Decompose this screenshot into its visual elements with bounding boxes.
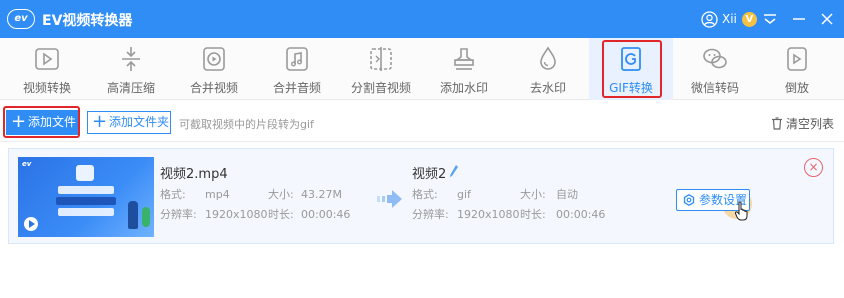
size-value: 43.27M — [301, 188, 342, 201]
feature-toolbar: 视频转换 高清压缩 合并视频 合并音频 分割音视频 添加水印 去水印 GIF转换… — [0, 38, 844, 100]
add-file-highlight-box — [3, 106, 80, 138]
output-file-name[interactable]: 视频2 — [412, 163, 446, 182]
thumbnail-app-icon — [76, 165, 94, 181]
tool-label: 添加水印 — [439, 81, 488, 95]
compress-icon — [122, 47, 140, 71]
output-resolution: 分辨率: 1920x1080 — [412, 206, 520, 222]
settings-icon — [683, 194, 695, 206]
video-convert-icon — [35, 48, 59, 70]
tool-merge-audio[interactable]: 合并音频 — [255, 38, 339, 100]
user-icon — [701, 10, 718, 28]
menu-icon — [764, 14, 776, 24]
source-size: 大小: 43.27M — [268, 186, 342, 202]
plus-icon: + — [92, 111, 108, 132]
duration-label: 时长: — [268, 208, 294, 221]
droplet-icon — [540, 46, 556, 70]
divider — [0, 141, 844, 142]
add-folder-label: 添加文件夹 — [109, 115, 170, 129]
resolution-label: 分辨率: — [412, 208, 449, 221]
output-size: 大小: 自动 — [520, 186, 578, 202]
tool-merge-video[interactable]: 合并视频 — [172, 38, 256, 100]
stamp-icon — [454, 48, 474, 70]
menu-button[interactable] — [759, 8, 781, 30]
tool-add-watermark[interactable]: 添加水印 — [422, 38, 506, 100]
thumbnail-logo: ev — [22, 160, 32, 168]
tool-split[interactable]: 分割音视频 — [339, 38, 423, 100]
tool-label: 去水印 — [529, 81, 566, 95]
app-title: EV视频转换器 — [42, 13, 133, 29]
user-account[interactable]: Xii V — [701, 10, 757, 28]
remove-file-button[interactable]: × — [804, 158, 823, 177]
tool-video-convert[interactable]: 视频转换 — [5, 38, 89, 100]
hint-text: 可截取视频中的片段转为gif — [179, 118, 314, 131]
convert-arrow-icon — [377, 190, 402, 208]
tool-wechat-transcode[interactable]: 微信转码 — [673, 38, 757, 100]
app-logo: ev — [7, 9, 35, 29]
format-label: 格式: — [160, 188, 186, 201]
tool-label: 视频转换 — [22, 81, 71, 95]
gif-highlight-box — [602, 40, 662, 98]
minimize-icon — [793, 18, 805, 20]
thumbnail-banner — [58, 208, 114, 216]
tool-remove-watermark[interactable]: 去水印 — [506, 38, 590, 100]
source-duration: 时长: 00:00:46 — [268, 206, 350, 222]
reverse-icon — [787, 47, 807, 71]
source-resolution: 分辨率: 1920x1080 — [160, 206, 268, 222]
thumbnail-banner — [58, 186, 114, 194]
add-folder-button[interactable]: + 添加文件夹 — [87, 111, 171, 134]
tool-label: 高清压缩 — [106, 81, 155, 95]
edit-name-icon[interactable] — [449, 164, 459, 178]
format-label: 格式: — [412, 188, 438, 201]
thumbnail-plant — [142, 207, 150, 227]
format-value: gif — [457, 188, 471, 201]
tool-label: 合并视频 — [189, 81, 238, 95]
thumbnail-figure — [128, 201, 138, 229]
output-format: 格式: gif — [412, 186, 471, 202]
video-thumbnail[interactable]: ev — [18, 157, 154, 237]
hand-cursor-icon — [735, 201, 748, 221]
close-icon — [821, 13, 833, 25]
tool-label: 倒放 — [784, 81, 809, 95]
user-name: Xii — [722, 12, 737, 26]
size-value: 自动 — [556, 188, 578, 201]
vip-badge: V — [741, 11, 757, 27]
split-icon — [370, 47, 392, 71]
duration-label: 时长: — [520, 208, 546, 221]
trash-icon — [772, 117, 782, 130]
duration-value: 00:00:46 — [556, 208, 606, 221]
wechat-icon — [703, 48, 727, 69]
tool-label: 合并音频 — [272, 81, 321, 95]
play-icon — [24, 217, 38, 231]
file-item: ev 视频2.mp4 格式: mp4 大小: 43.27M 分辨率: 1920x108… — [8, 148, 834, 244]
title-bar: ev EV视频转换器 Xii V — [0, 0, 844, 38]
merge-audio-icon — [286, 47, 308, 71]
output-duration: 时长: 00:00:46 — [520, 206, 605, 222]
minimize-button[interactable] — [788, 8, 810, 30]
clear-list-label: 清空列表 — [786, 117, 835, 131]
format-value: mp4 — [205, 188, 230, 201]
tool-reverse[interactable]: 倒放 — [755, 38, 839, 100]
resolution-label: 分辨率: — [160, 208, 197, 221]
clear-list-button[interactable]: 清空列表 — [771, 115, 834, 132]
source-format: 格式: mp4 — [160, 186, 230, 202]
merge-video-icon — [203, 47, 225, 71]
close-window-button[interactable] — [816, 8, 838, 30]
duration-value: 00:00:46 — [301, 208, 351, 221]
thumbnail-banner — [56, 197, 116, 205]
tool-compress[interactable]: 高清压缩 — [89, 38, 173, 100]
resolution-value: 1920x1080 — [205, 208, 268, 221]
source-file-name: 视频2.mp4 — [160, 167, 228, 182]
resolution-value: 1920x1080 — [457, 208, 520, 221]
size-label: 大小: — [520, 188, 546, 201]
tool-label: 分割音视频 — [350, 81, 411, 95]
tool-label: 微信转码 — [690, 81, 739, 95]
size-label: 大小: — [268, 188, 294, 201]
